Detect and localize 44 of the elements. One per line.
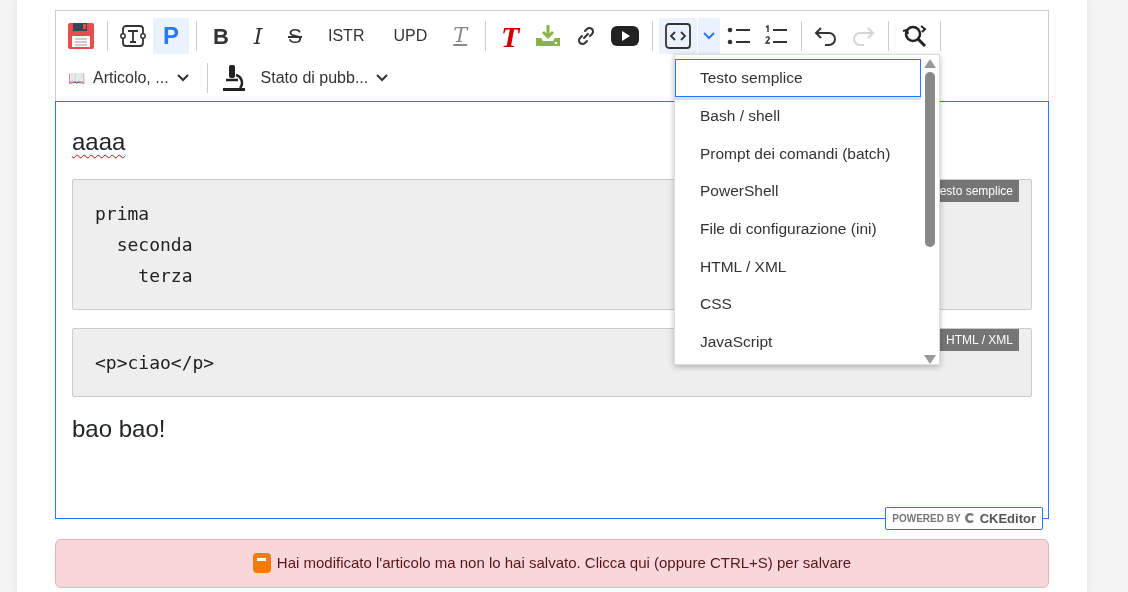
paragraph-button[interactable]: P [153, 18, 189, 54]
menu-item[interactable]: HTML / XML [675, 247, 921, 286]
code-block-button[interactable] [659, 18, 698, 54]
paragraph: aaaa [72, 128, 126, 157]
find-replace-icon [901, 23, 928, 49]
caret-icon [703, 32, 716, 40]
code-block-icon [665, 23, 692, 49]
scrollbar-thumb[interactable] [925, 72, 935, 247]
chevron-down-icon [376, 74, 389, 82]
dropdown-button[interactable]: Stato di pubb... [254, 60, 397, 96]
code-line: <p>ciao</p> [95, 350, 215, 375]
numbered-list-icon [764, 25, 789, 47]
chevron-down-icon [176, 74, 189, 82]
code-line: seconda [115, 232, 193, 257]
text-style-button[interactable]: T [492, 18, 529, 54]
powered-by-badge[interactable]: POWERED BY CKEditor [885, 506, 1043, 530]
template-icon [120, 24, 146, 48]
code-line: prima [95, 201, 150, 226]
menu-item[interactable]: File di configurazione (ini) [675, 209, 921, 248]
menu-item[interactable]: Testo semplice [675, 59, 921, 97]
toolbar-button[interactable]: ISTR [314, 18, 379, 54]
italic-button[interactable]: I [240, 18, 276, 54]
paragraph: bao bao! [72, 414, 166, 444]
menu-item[interactable]: JavaScript [675, 322, 921, 361]
download-icon [535, 24, 562, 48]
code-line: terza [137, 263, 193, 288]
scroll-up-icon [924, 59, 936, 68]
bold-button[interactable]: B [203, 18, 239, 54]
redo-icon [851, 26, 876, 46]
scroll-down-icon [924, 355, 936, 364]
logo-icon [964, 512, 976, 525]
document-icon [252, 553, 271, 574]
book-icon: 📖 [68, 67, 85, 89]
toolbar-button[interactable]: UPD [379, 18, 442, 54]
language-label: HTML / XML [940, 328, 1019, 351]
alert-text: Hai modificato l'articolo ma non lo hai salvato. Clicca qui (oppure CTRL+S) per salvare [276, 553, 852, 573]
menu-item[interactable]: CSS [675, 285, 921, 323]
video-play-icon [611, 26, 640, 46]
menu-item[interactable]: Prompt dei comandi (batch) [675, 134, 921, 173]
menu-item[interactable]: PowerShell [675, 172, 921, 210]
undo-icon [814, 26, 839, 46]
dropdown-button[interactable]: 📖 Articolo, ... [62, 60, 197, 96]
strikethrough-button[interactable]: S [277, 18, 313, 54]
bulleted-list-icon [727, 26, 752, 46]
